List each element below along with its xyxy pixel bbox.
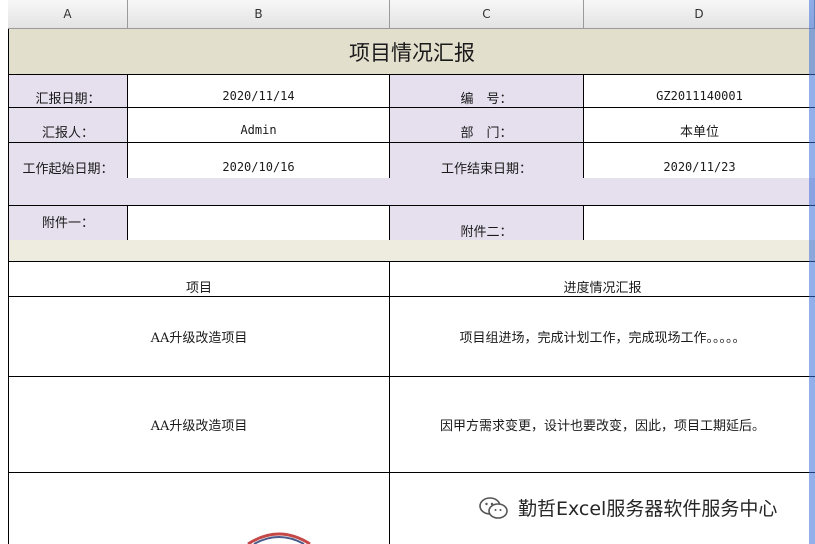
reporter-label: 汇报人： — [8, 108, 128, 143]
report-date-value[interactable]: 2020/11/14 — [128, 75, 390, 108]
start-date-value[interactable]: 2020/10/16 — [128, 143, 390, 178]
reporter-value[interactable]: Admin — [128, 108, 390, 143]
table-header-project: 项目 — [8, 262, 390, 297]
end-date-value[interactable]: 2020/11/23 — [584, 143, 815, 178]
table-row-1-progress[interactable]: 项目组进场，完成计划工作，完成现场工作。。。。。 — [390, 297, 815, 377]
report-title[interactable]: 项目情况汇报 — [8, 29, 815, 75]
column-header-a[interactable]: A — [8, 0, 128, 29]
start-date-label: 工作起始日期： — [8, 143, 128, 178]
attachment1-label: 附件一： — [8, 206, 128, 240]
stamp-arc-graphic — [247, 532, 311, 544]
watermark-text: 勤哲Excel服务器软件服务中心 — [518, 498, 778, 520]
watermark: 勤哲Excel服务器软件服务中心 — [478, 494, 777, 521]
table-row-2-project[interactable]: AA升级改造项目 — [8, 377, 390, 473]
department-label: 部 门： — [390, 108, 584, 143]
bottom-cell-left[interactable] — [8, 473, 390, 544]
table-header-progress: 进度情况汇报 — [390, 262, 815, 297]
beige-separator[interactable] — [8, 240, 815, 262]
number-value[interactable]: GZ2011140001 — [584, 75, 815, 108]
spreadsheet[interactable]: A B C D 项目情况汇报 汇报日期： 2020/11/14 编 号： GZ2… — [0, 0, 815, 544]
table-row-1-project[interactable]: AA升级改造项目 — [8, 297, 390, 377]
attachment2-label: 附件二： — [390, 206, 584, 240]
wechat-icon — [479, 496, 508, 519]
department-value[interactable]: 本单位 — [584, 108, 815, 143]
column-header-b[interactable]: B — [128, 0, 390, 29]
attachment1-value[interactable] — [128, 206, 390, 240]
number-label: 编 号： — [390, 75, 584, 108]
separator-row[interactable] — [8, 178, 815, 206]
column-header-c[interactable]: C — [390, 0, 584, 29]
report-date-label: 汇报日期： — [8, 75, 128, 108]
column-header-d[interactable]: D — [584, 0, 815, 29]
end-date-label: 工作结束日期： — [390, 143, 584, 178]
table-row-2-progress[interactable]: 因甲方需求变更，设计也要改变，因此，项目工期延后。 — [390, 377, 815, 473]
attachment2-value[interactable] — [584, 206, 815, 240]
